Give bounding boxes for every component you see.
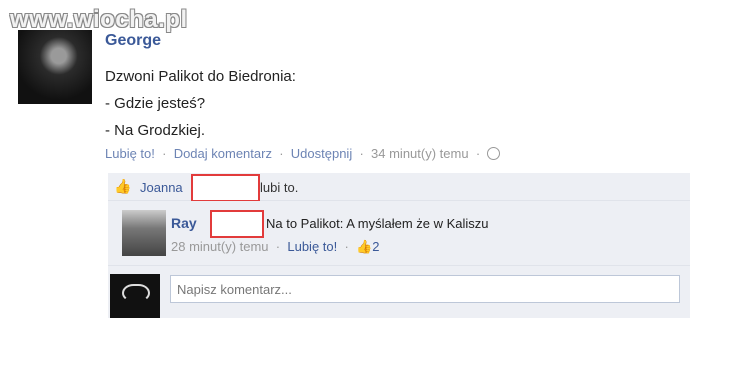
share-link[interactable]: Udostępnij — [291, 146, 352, 161]
avatar[interactable] — [18, 30, 92, 104]
comment-avatar[interactable] — [122, 210, 166, 256]
like-user-name[interactable]: Joanna — [140, 180, 183, 195]
separator: · — [275, 146, 288, 161]
post-timestamp[interactable]: 34 minut(y) temu — [371, 146, 469, 161]
globe-icon — [487, 147, 501, 160]
comment-text: Na to Palikot: A myślałem że w Kaliszu — [266, 216, 489, 231]
post-actions: Lubię to! · Dodaj komentarz · Udostępnij… — [105, 146, 501, 161]
comment-like-link[interactable]: Lubię to! — [287, 239, 337, 254]
separator: · — [158, 146, 171, 161]
post-author[interactable]: George — [105, 32, 161, 50]
comment: Ray Na to Palikot: A myślałem że w Kalis… — [108, 201, 690, 266]
redaction-box — [191, 174, 260, 202]
current-user-avatar — [110, 274, 160, 318]
comment-link[interactable]: Dodaj komentarz — [174, 146, 272, 161]
comment-like-count[interactable]: 2 — [372, 239, 379, 254]
separator: · — [355, 146, 368, 161]
separator: · — [472, 146, 484, 161]
post-text: Dzwoni Palikot do Biedronia: - Gdzie jes… — [105, 63, 296, 144]
comment-input-row: Napisz komentarz... — [108, 266, 690, 318]
post-line: Dzwoni Palikot do Biedronia: — [105, 68, 296, 85]
post-line: - Na Grodzkiej. — [105, 122, 206, 139]
post-line: - Gdzie jesteś? — [105, 95, 206, 112]
separator: · — [272, 239, 284, 254]
comment-meta: 28 minut(y) temu · Lubię to! · 👍2 — [171, 239, 379, 255]
comment-author[interactable]: Ray — [171, 215, 197, 231]
separator: · — [340, 239, 353, 254]
redaction-box — [210, 210, 264, 238]
like-link[interactable]: Lubię to! — [105, 146, 155, 161]
likes-text: lubi to. — [260, 180, 299, 195]
thumbs-up-icon: 👍 — [114, 178, 132, 194]
like-count-icon[interactable]: 👍 — [356, 239, 372, 254]
comment-timestamp[interactable]: 28 minut(y) temu — [171, 239, 269, 254]
comment-input[interactable]: Napisz komentarz... — [170, 275, 680, 303]
